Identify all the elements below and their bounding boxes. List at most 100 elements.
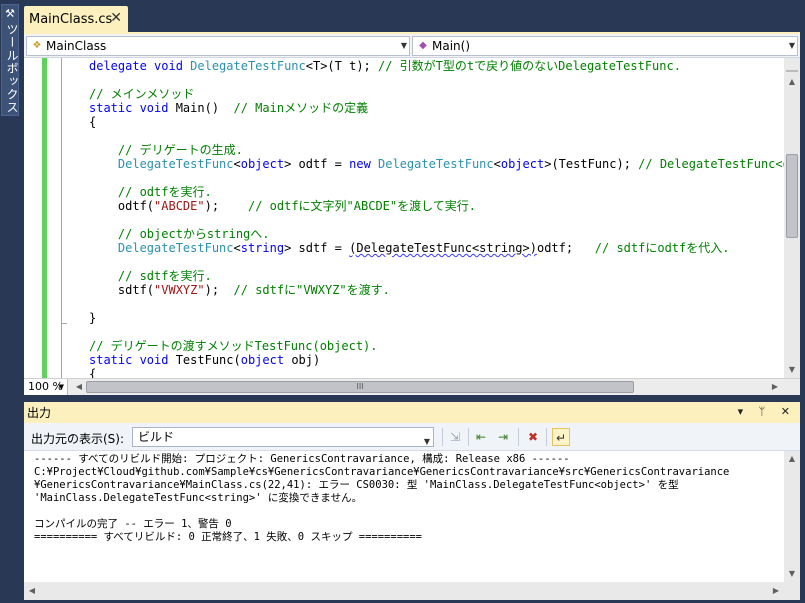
scroll-down-icon[interactable]: ▼ — [784, 566, 800, 582]
toolbar-separator — [468, 428, 469, 446]
output-source-dropdown[interactable]: ビルド ▼ — [132, 427, 434, 447]
code-line: // sdtfを実行. — [89, 269, 212, 283]
code-token: // odtfに文字列"ABCDE"を渡して実行. — [247, 199, 476, 213]
class-dropdown-value: MainClass — [46, 39, 107, 53]
code-token: DelegateTestFunc — [378, 157, 494, 171]
navigation-bar: ❖ MainClass ▼ ◆ Main() ▼ — [24, 34, 800, 58]
chevron-down-icon[interactable]: ▼ — [401, 41, 407, 50]
chevron-down-icon[interactable]: ▼ — [59, 379, 64, 395]
outlining-end-mark — [61, 323, 67, 324]
code-token: DelegateTestFunc — [117, 241, 234, 255]
code-token: < — [233, 157, 241, 171]
close-icon[interactable]: ✕ — [110, 10, 122, 26]
scroll-grip-icon: III — [356, 382, 364, 391]
toolbar-separator — [546, 428, 547, 446]
code-token: // objectからstringへ. — [117, 227, 270, 241]
output-title: 出力 — [27, 406, 52, 420]
previous-message-icon[interactable]: ⇤ — [472, 428, 490, 446]
output-horizontal-scrollbar[interactable]: ◀ ▶ — [24, 582, 800, 600]
next-message-icon[interactable]: ⇥ — [494, 428, 512, 446]
chevron-down-icon[interactable]: ▼ — [789, 41, 795, 50]
code-line: // デリゲートの渡すメソッドTestFunc(object). — [89, 339, 378, 353]
code-line: delegate void DelegateTestFunc<T>(T t); … — [89, 59, 681, 73]
code-token: DelegateTestFunc — [117, 157, 234, 171]
code-token: // デリゲートの生成. — [117, 143, 243, 157]
code-token: < — [233, 241, 241, 255]
code-token: Main() — [175, 101, 234, 115]
class-icon: ❖ — [32, 40, 42, 51]
code-line: DelegateTestFunc<object> odtf = new Dele… — [89, 157, 784, 171]
editor-vertical-scrollbar[interactable]: ▲ ▼ — [784, 58, 800, 378]
output-line: ¥GenericsContravariance¥MainClass.cs(22,… — [34, 479, 679, 491]
goto-location-icon[interactable]: ⇲ — [446, 428, 464, 446]
class-dropdown[interactable]: ❖ MainClass ▼ — [26, 36, 410, 56]
code-token: object — [240, 157, 285, 171]
code-line: { — [89, 367, 96, 378]
code-token: >(TestFunc); — [544, 157, 639, 171]
code-token: "ABCDE" — [154, 199, 205, 213]
panel-window-buttons[interactable]: ▾ ᛘ ✕ — [738, 405, 796, 418]
code-token: < — [493, 157, 501, 171]
output-text[interactable]: ------ すべてのリビルド開始: プロジェクト: GenericsContr… — [24, 451, 784, 582]
code-token: void — [139, 353, 176, 367]
horizontal-scroll-thumb[interactable]: III — [86, 381, 634, 393]
code-token: <T>(T t); — [305, 59, 378, 73]
zoom-dropdown[interactable]: 100 % ▼ — [24, 379, 68, 395]
chevron-down-icon[interactable]: ▼ — [424, 433, 430, 451]
code-token: // Mainメソッドの定義 — [233, 101, 369, 115]
code-line: // デリゲートの生成. — [89, 143, 243, 157]
output-vertical-scrollbar[interactable]: ▲ ▼ — [784, 451, 800, 582]
output-panel: 出力 ▾ ᛘ ✕ 出力元の表示(S): ビルド ▼ ⇲ ⇤ ⇥ ✖ ↵ ----… — [24, 402, 800, 600]
word-wrap-toggle-icon[interactable]: ↵ — [552, 428, 570, 446]
output-line: ========== すべてリビルド: 0 正常終了、1 失敗、0 スキップ =… — [34, 531, 422, 543]
code-token: // デリゲートの渡すメソッドTestFunc(object). — [89, 339, 378, 353]
toolbox-tab[interactable]: ⚒ ツールボックス — [1, 4, 19, 116]
change-tracking-bar — [42, 58, 47, 378]
code-area[interactable]: delegate void DelegateTestFunc<T>(T t); … — [24, 58, 784, 378]
member-dropdown[interactable]: ◆ Main() ▼ — [412, 36, 798, 56]
scroll-right-icon[interactable]: ▶ — [768, 379, 782, 395]
code-token: ); — [204, 199, 248, 213]
scroll-up-icon[interactable]: ▲ — [784, 451, 800, 467]
code-token: static — [89, 101, 140, 115]
code-token: { — [89, 115, 97, 129]
scroll-down-icon[interactable]: ▼ — [784, 362, 800, 378]
document-tab-mainclass[interactable]: MainClass.cs ✕ — [24, 6, 128, 32]
output-source-label: 出力元の表示(S): — [31, 432, 125, 446]
code-token: // sdtfを実行. — [117, 269, 212, 283]
outlining-line — [61, 58, 62, 378]
splitter-handle[interactable] — [786, 58, 798, 72]
code-token: // 引数がT型のtで戻り値のないDelegateTestFunc. — [378, 59, 681, 73]
code-line: } — [89, 311, 96, 325]
scroll-right-icon[interactable]: ▶ — [768, 582, 784, 600]
code-token: DelegateTestFunc — [190, 59, 306, 73]
clear-all-icon[interactable]: ✖ — [524, 428, 542, 446]
code-token: "VWXYZ" — [154, 283, 205, 297]
output-line: コンパイルの完了 -- エラー 1、警告 0 — [34, 518, 232, 530]
code-line: odtf("ABCDE"); // odtfに文字列"ABCDE"を渡して実行. — [89, 199, 476, 213]
code-token: string — [240, 241, 285, 255]
code-token: (DelegateTestFunc<string>) — [349, 241, 537, 255]
code-token: object — [240, 353, 292, 367]
code-token: // sdtfに"VWXYZ"を渡す. — [233, 283, 390, 297]
scroll-left-icon[interactable]: ◀ — [72, 379, 86, 395]
code-token: delegate — [89, 59, 155, 73]
code-token: TestFunc( — [175, 353, 241, 367]
toolbar-separator — [518, 428, 519, 446]
code-token: void — [139, 101, 176, 115]
output-line: ------ すべてのリビルド開始: プロジェクト: GenericsContr… — [34, 453, 570, 465]
code-line: // objectからstringへ. — [89, 227, 270, 241]
code-line: sdtf("VWXYZ"); // sdtfに"VWXYZ"を渡す. — [89, 283, 390, 297]
method-icon: ◆ — [419, 40, 427, 51]
scroll-left-icon[interactable]: ◀ — [24, 582, 40, 600]
code-line: static void TestFunc(object obj) — [89, 353, 320, 367]
code-token: { — [89, 367, 97, 378]
code-token: // DelegateTestFunc<obj — [638, 157, 784, 171]
output-source-value: ビルド — [138, 430, 175, 444]
scroll-up-icon[interactable]: ▲ — [784, 74, 800, 90]
vertical-scroll-thumb[interactable] — [786, 154, 798, 238]
